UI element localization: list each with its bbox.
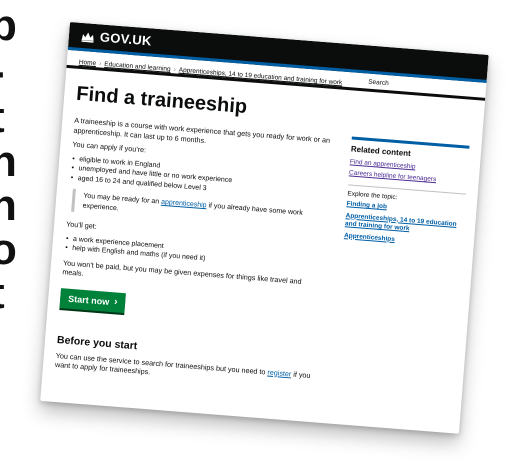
edge-letter: p xyxy=(0,1,17,50)
chevron-right-icon: › xyxy=(113,296,118,308)
gov-page-screenshot: GOV.UK Home › Education and learning › Appre… xyxy=(40,22,489,434)
breadcrumb-separator: › xyxy=(98,60,102,68)
crown-icon xyxy=(81,29,96,43)
edge-letter: n xyxy=(0,181,17,230)
edge-letter: l xyxy=(0,368,2,412)
apprenticeship-link[interactable]: apprenticeship xyxy=(161,199,207,210)
start-now-label: Start now xyxy=(67,293,110,307)
main-column: Find a traineeship A traineeship is a co… xyxy=(54,77,339,395)
govuk-logo[interactable]: GOV.UK xyxy=(99,29,152,48)
edge-letter: - xyxy=(0,50,5,94)
sidebar: Related content Find an apprenticeship C… xyxy=(331,99,472,406)
cropped-text-column: p - t n n o t l l xyxy=(0,0,30,468)
screenshot-stage: p - t n n o t l l GOV.UK Home›Education … xyxy=(0,0,514,468)
related-content: Related content Find an apprenticeship C… xyxy=(343,136,470,250)
start-now-button[interactable]: Start now › xyxy=(59,287,127,313)
breadcrumb-separator: › xyxy=(173,66,177,74)
edge-letter: o xyxy=(0,225,17,274)
page-content: Find a traineeship A traineeship is a co… xyxy=(42,68,485,407)
edge-letter: n xyxy=(0,137,17,186)
register-link[interactable]: register xyxy=(267,367,292,378)
edge-letter: t xyxy=(0,96,5,140)
edge-letter: l xyxy=(0,414,2,458)
breadcrumb-home[interactable]: Home xyxy=(79,59,97,67)
edge-letter: t xyxy=(0,272,5,316)
